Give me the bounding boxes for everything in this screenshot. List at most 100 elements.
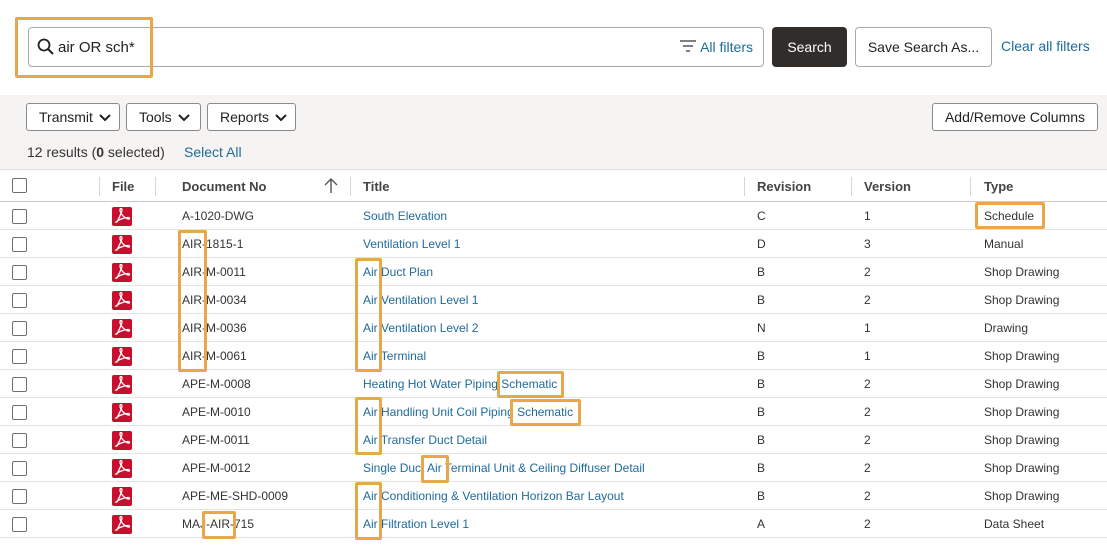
document-no-cell: AIR-M-0036 xyxy=(182,321,247,335)
version-cell: 2 xyxy=(864,517,871,531)
table-row[interactable]: APE-M-0008 Heating Hot Water Piping Sche… xyxy=(0,370,1107,398)
table-row[interactable]: APE-M-0012 Single Duct Air Terminal Unit… xyxy=(0,454,1107,482)
type-cell: Shop Drawing xyxy=(984,461,1060,475)
revision-cell: B xyxy=(757,461,766,475)
pdf-file-icon[interactable] xyxy=(112,459,132,478)
pdf-file-icon[interactable] xyxy=(112,375,132,394)
title-link[interactable]: Air Duct Plan xyxy=(363,265,433,279)
title-link[interactable]: Ventilation Level 1 xyxy=(363,237,460,251)
title-link[interactable]: Air Ventilation Level 1 xyxy=(363,293,478,307)
revision-cell: B xyxy=(757,489,766,503)
pdf-file-icon[interactable] xyxy=(112,291,132,310)
transmit-dropdown[interactable]: Transmit xyxy=(26,103,120,131)
sort-ascending-icon[interactable] xyxy=(324,177,338,199)
search-button[interactable]: Search xyxy=(772,27,847,67)
row-checkbox[interactable] xyxy=(12,405,27,420)
row-checkbox[interactable] xyxy=(12,461,27,476)
row-checkbox[interactable] xyxy=(12,237,27,252)
row-checkbox[interactable] xyxy=(12,293,27,308)
type-cell: Shop Drawing xyxy=(984,265,1060,279)
pdf-file-icon[interactable] xyxy=(112,263,132,282)
column-divider xyxy=(350,177,351,196)
reports-dropdown[interactable]: Reports xyxy=(207,103,296,131)
title-link[interactable]: Air Ventilation Level 2 xyxy=(363,321,478,335)
select-all-checkbox[interactable] xyxy=(12,178,27,193)
table-row[interactable]: APE-ME-SHD-0009 Air Conditioning & Venti… xyxy=(0,482,1107,510)
select-all-link[interactable]: Select All xyxy=(184,144,242,160)
row-checkbox[interactable] xyxy=(12,209,27,224)
table-row[interactable]: AIR-M-0011 Air Duct Plan B 2 Shop Drawin… xyxy=(0,258,1107,286)
pdf-file-icon[interactable] xyxy=(112,487,132,506)
column-header-document-no[interactable]: Document No xyxy=(182,179,267,194)
all-filters-link[interactable]: All filters xyxy=(680,39,753,55)
results-count: 12 results (0 selected) xyxy=(27,144,165,160)
table-row[interactable]: AIR-1815-1 Ventilation Level 1 D 3 Manua… xyxy=(0,230,1107,258)
tools-dropdown[interactable]: Tools xyxy=(126,103,201,131)
title-link[interactable]: Air Transfer Duct Detail xyxy=(363,433,487,447)
pdf-file-icon[interactable] xyxy=(112,207,132,226)
title-link[interactable]: Air Filtration Level 1 xyxy=(363,517,469,531)
type-cell: Shop Drawing xyxy=(984,489,1060,503)
document-no-cell: APE-M-0010 xyxy=(182,405,251,419)
revision-cell: N xyxy=(757,321,766,335)
table-row[interactable]: AIR-M-0036 Air Ventilation Level 2 N 1 D… xyxy=(0,314,1107,342)
results-count-suffix: selected) xyxy=(104,144,165,160)
transmit-label: Transmit xyxy=(39,109,93,125)
table-row[interactable]: AIR-M-0034 Air Ventilation Level 1 B 2 S… xyxy=(0,286,1107,314)
row-checkbox[interactable] xyxy=(12,321,27,336)
pdf-file-icon[interactable] xyxy=(112,319,132,338)
document-no-cell: MAJ-AIR-715 xyxy=(182,517,255,531)
add-remove-columns-button[interactable]: Add/Remove Columns xyxy=(932,103,1098,131)
pdf-file-icon[interactable] xyxy=(112,431,132,450)
row-checkbox[interactable] xyxy=(12,349,27,364)
row-checkbox[interactable] xyxy=(12,265,27,280)
column-header-revision[interactable]: Revision xyxy=(757,179,811,194)
row-checkbox[interactable] xyxy=(12,377,27,392)
type-cell: Shop Drawing xyxy=(984,349,1060,363)
save-search-button[interactable]: Save Search As... xyxy=(855,27,992,67)
table-row[interactable]: APE-M-0011 Air Transfer Duct Detail B 2 … xyxy=(0,426,1107,454)
title-link[interactable]: Heating Hot Water Piping Schematic xyxy=(363,377,557,391)
pdf-file-icon[interactable] xyxy=(112,347,132,366)
title-link[interactable]: Single Duct Air Terminal Unit & Ceiling … xyxy=(363,461,645,475)
version-cell: 2 xyxy=(864,433,871,447)
clear-all-filters-link[interactable]: Clear all filters xyxy=(1001,38,1090,54)
column-divider xyxy=(744,177,745,196)
version-cell: 1 xyxy=(864,321,871,335)
version-cell: 2 xyxy=(864,489,871,503)
reports-label: Reports xyxy=(220,109,270,125)
row-checkbox[interactable] xyxy=(12,517,27,532)
revision-cell: B xyxy=(757,293,766,307)
pdf-file-icon[interactable] xyxy=(112,235,132,254)
table-row[interactable]: A-1020-DWG South Elevation C 1 Schedule xyxy=(0,202,1107,230)
type-cell: Shop Drawing xyxy=(984,377,1060,391)
table-row[interactable]: APE-M-0010 Air Handling Unit Coil Piping… xyxy=(0,398,1107,426)
title-link[interactable]: Air Handling Unit Coil Piping Schematic xyxy=(363,405,573,419)
title-link[interactable]: Air Terminal xyxy=(363,349,426,363)
row-checkbox[interactable] xyxy=(12,433,27,448)
version-cell: 2 xyxy=(864,265,871,279)
document-no-cell: APE-M-0008 xyxy=(182,377,251,391)
pdf-file-icon[interactable] xyxy=(112,515,132,534)
row-checkbox[interactable] xyxy=(12,489,27,504)
document-no-cell: APE-M-0012 xyxy=(182,461,251,475)
type-cell: Drawing xyxy=(984,321,1029,335)
title-link[interactable]: South Elevation xyxy=(363,209,447,223)
pdf-file-icon[interactable] xyxy=(112,403,132,422)
column-header-file[interactable]: File xyxy=(112,179,134,194)
table-row[interactable]: AIR-M-0061 Air Terminal B 1 Shop Drawing xyxy=(0,342,1107,370)
document-no-cell: APE-M-0011 xyxy=(182,433,250,447)
search-input[interactable]: air OR sch* All filters xyxy=(28,27,764,67)
version-cell: 1 xyxy=(864,349,871,363)
table-row[interactable]: MAJ-AIR-715 Air Filtration Level 1 A 2 D… xyxy=(0,510,1107,538)
title-link[interactable]: Air Conditioning & Ventilation Horizon B… xyxy=(363,489,624,503)
column-divider xyxy=(155,177,156,196)
version-cell: 2 xyxy=(864,293,871,307)
revision-cell: B xyxy=(757,405,766,419)
column-header-title[interactable]: Title xyxy=(363,179,390,194)
revision-cell: B xyxy=(757,377,766,391)
type-cell: Shop Drawing xyxy=(984,405,1060,419)
column-header-version[interactable]: Version xyxy=(864,179,911,194)
column-header-type[interactable]: Type xyxy=(984,179,1013,194)
chevron-down-icon xyxy=(177,109,190,125)
